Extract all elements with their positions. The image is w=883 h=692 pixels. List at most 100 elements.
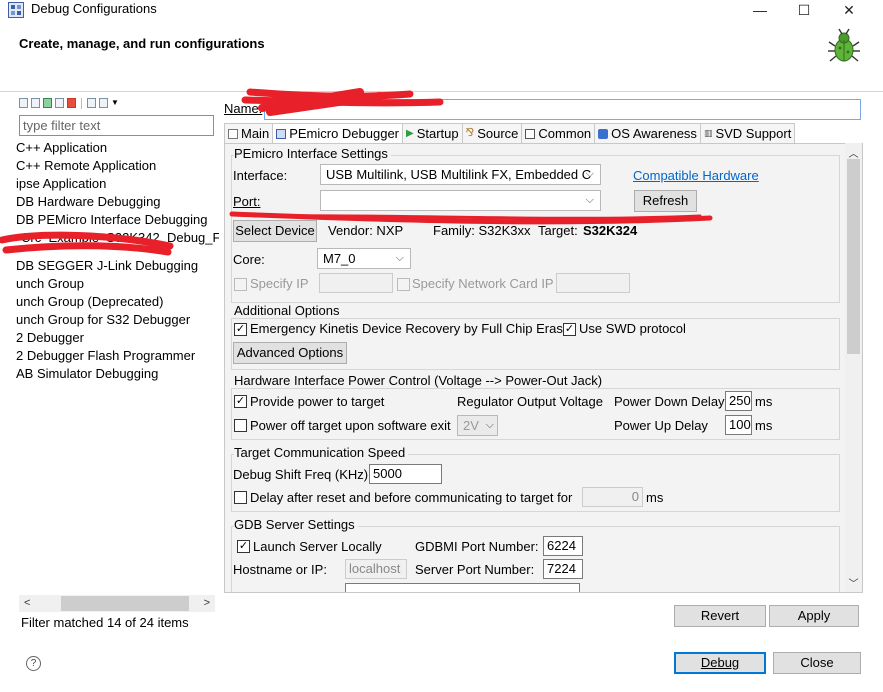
tree-item[interactable]: DB SEGGER J-Link Debugging [16,257,219,275]
new-prototype-icon[interactable] [31,98,40,108]
apply-button[interactable]: Apply [769,605,859,627]
tab-label: Common [538,126,592,141]
power-down-delay-input[interactable]: 250 [725,391,752,411]
refresh-button[interactable]: Refresh [634,190,697,212]
tree-item[interactable]: C++ Application [16,139,219,157]
debug-button[interactable]: Debug [674,652,766,674]
tab-vertical-scrollbar[interactable]: ︿ ﹀ [845,143,862,592]
core-select[interactable]: M7_0 ⌵ [317,248,411,269]
specify-ip-input[interactable] [319,273,393,293]
advanced-options-button[interactable]: Advanced Options [233,342,347,364]
family-label: Family: S32K3xx [433,223,531,238]
tree-item[interactable]: DB PEMicro Interface Debugging [16,211,219,229]
server-parameters-input[interactable] [345,583,580,592]
emergency-recovery-checkbox[interactable]: ✓ [234,323,247,336]
scroll-down-icon[interactable]: ﹀ [845,575,862,590]
close-button[interactable]: Close [773,652,861,674]
specify-net-ip-checkbox[interactable] [397,278,410,291]
provide-power-label: Provide power to target [250,394,385,409]
header-title: Create, manage, and run configurations [19,36,265,51]
tree-horizontal-scrollbar[interactable]: < > [19,595,215,612]
power-off-checkbox[interactable] [234,419,247,432]
tab-main[interactable]: Main [224,123,274,144]
maximize-button[interactable]: ☐ [781,0,827,22]
view-menu-icon[interactable]: ▼ [111,98,119,108]
tab-svd-support[interactable]: ▥ SVD Support [700,123,796,144]
scroll-right-icon[interactable]: > [204,595,210,612]
scroll-up-icon[interactable]: ︿ [845,145,862,160]
group-label: Hardware Interface Power Control (Voltag… [234,373,606,388]
delay-input[interactable]: 0 [582,487,643,507]
compatible-hardware-link[interactable]: Compatible Hardware [633,168,759,183]
toolbar-separator [81,97,82,109]
port-label: Port: [233,194,261,209]
tab-os-awareness[interactable]: OS Awareness [595,123,701,144]
app-icon [8,2,24,18]
export-icon[interactable] [43,98,52,108]
chevron-down-icon: ⌵ [585,168,594,180]
minimize-button[interactable]: — [737,0,783,22]
name-input[interactable] [264,99,861,120]
launch-server-checkbox[interactable]: ✓ [237,540,250,553]
scrollbar-thumb[interactable] [847,159,860,354]
tab-source[interactable]: ⅋ Source [462,123,523,144]
tree-item[interactable]: 2 Debugger Flash Programmer [16,347,219,365]
revert-button[interactable]: Revert [674,605,766,627]
hostname-label: Hostname or IP: [233,562,327,577]
duplicate-icon[interactable] [55,98,64,108]
new-config-icon[interactable] [19,98,28,108]
help-icon[interactable]: ? [26,656,41,671]
tab-label: PEmicro Debugger [289,126,400,141]
power-down-delay-label: Power Down Delay [614,394,725,409]
delay-after-reset-label: Delay after reset and before communicati… [250,490,573,505]
target-value: S32K324 [583,223,638,238]
interface-select[interactable]: USB Multilink, USB Multilink FX, Embedde… [320,164,601,185]
close-window-button[interactable]: ✕ [826,0,872,22]
tree-item[interactable]: unch Group (Deprecated) [16,293,219,311]
tree-item-selected[interactable]: Crc_Example_S32K342_Debug_FL [16,229,219,247]
scroll-left-icon[interactable]: < [24,595,30,612]
delay-after-reset-checkbox[interactable] [234,491,247,504]
tree-item[interactable]: AB Simulator Debugging [16,365,219,383]
name-label: Name: [224,101,263,116]
port-select[interactable]: ⌵ [320,190,601,211]
delete-icon[interactable] [67,98,76,108]
server-port-input[interactable]: 7224 [543,559,583,579]
scrollbar-thumb[interactable] [61,596,189,611]
filter-input[interactable] [19,115,214,136]
tree-item[interactable]: unch Group for S32 Debugger [16,311,219,329]
power-up-delay-label: Power Up Delay [614,418,708,433]
provide-power-checkbox[interactable]: ✓ [234,395,247,408]
tab-pemicro-debugger[interactable]: PEmicro Debugger [273,123,404,144]
select-device-button[interactable]: Select Device [233,220,317,242]
ms-label: ms [755,418,773,433]
freq-input[interactable]: 5000 [369,464,442,484]
tree-item[interactable]: ipse Application [16,175,219,193]
svd-tab-icon: ▥ [703,128,713,138]
config-tree: C++ Application C++ Remote Application i… [16,139,219,383]
collapse-all-icon[interactable] [87,98,96,108]
interface-value: USB Multilink, USB Multilink FX, Embedde… [326,167,592,182]
tree-item[interactable]: C++ Remote Application [16,157,219,175]
core-label: Core: [233,252,265,267]
tab-common[interactable]: Common [522,123,596,144]
interface-label: Interface: [233,168,288,183]
filter-icon[interactable] [99,98,108,108]
source-tab-icon: ⅋ [465,127,475,139]
hostname-input[interactable]: localhost [345,559,407,579]
power-up-delay-input[interactable]: 100 [725,415,752,435]
tree-item[interactable]: 2 Debugger [16,329,219,347]
gdbmi-port-label: GDBMI Port Number: [415,539,539,554]
target-label: Target: [538,223,578,238]
use-swd-checkbox[interactable]: ✓ [563,323,576,336]
specify-ip-checkbox[interactable] [234,278,247,291]
tree-item[interactable]: unch Group [16,275,219,293]
tab-startup[interactable]: ▶ Startup [403,123,463,144]
ms-label: ms [646,490,664,505]
specify-net-ip-input[interactable] [556,273,630,293]
main-tab-icon [228,128,238,139]
voltage-select[interactable]: 2V ⌵ [457,415,498,436]
gdbmi-port-input[interactable]: 6224 [543,536,583,556]
tree-item[interactable]: DB Hardware Debugging [16,193,219,211]
specify-net-ip-label: Specify Network Card IP [412,276,554,291]
